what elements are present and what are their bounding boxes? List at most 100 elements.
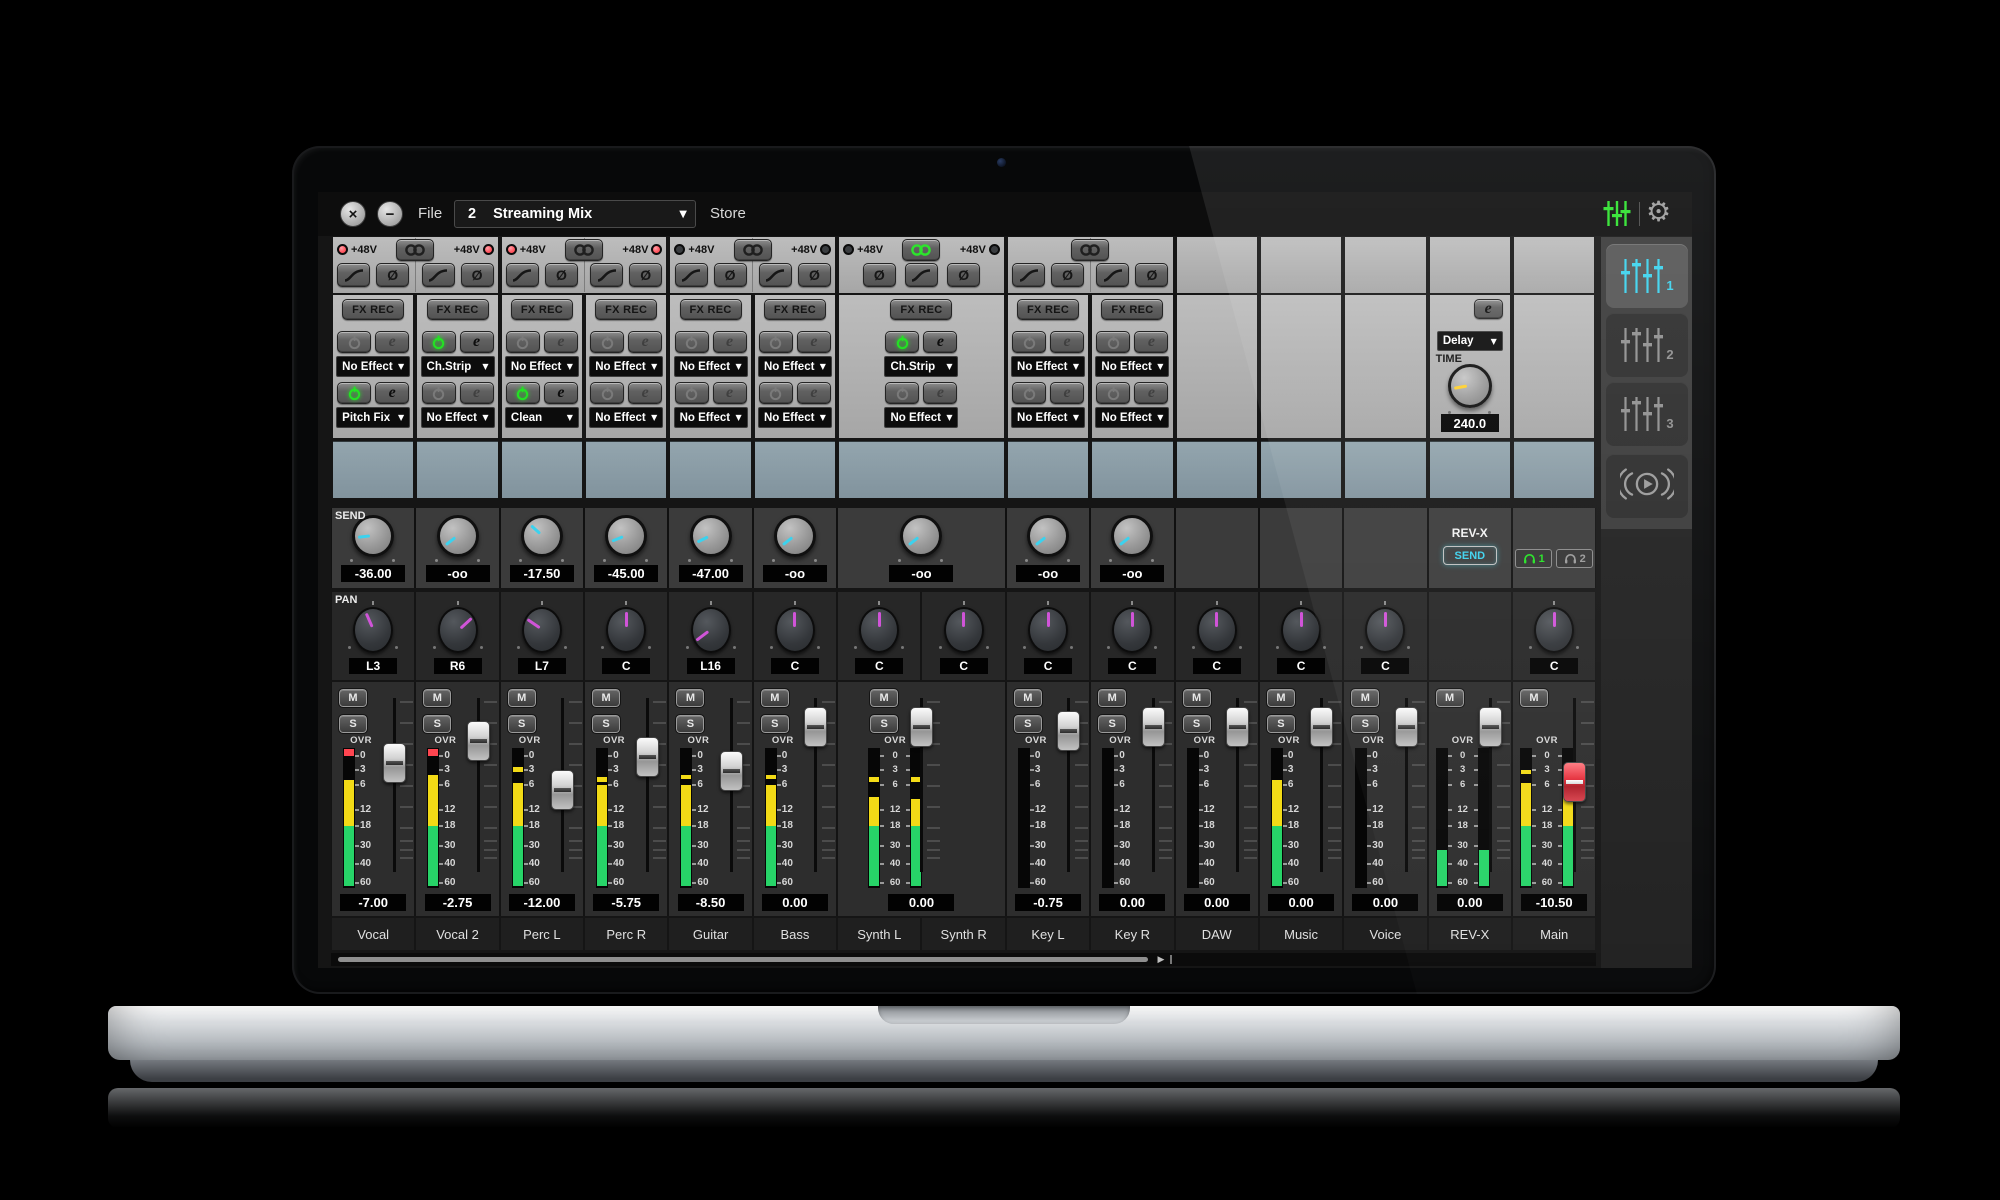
pan-value-vocal[interactable]: L3 — [349, 658, 397, 674]
solo-button-music[interactable]: S — [1267, 715, 1295, 733]
solo-button-vocal[interactable]: S — [339, 715, 367, 733]
solo-button-key-l[interactable]: S — [1014, 715, 1042, 733]
fx1-select-guitar[interactable]: No Effect▼ — [674, 356, 748, 377]
hpf-button-vocal-2[interactable] — [422, 263, 455, 287]
hpf-button-bass[interactable] — [759, 263, 792, 287]
fx-edit-button-rev-x[interactable]: e — [1474, 299, 1503, 319]
fx2-edit-button-bass[interactable]: e — [797, 382, 831, 404]
send-value-vocal[interactable]: -36.00 — [341, 565, 405, 582]
fx-effect-select-rev-x[interactable]: Delay▼ — [1437, 331, 1503, 351]
fx2-edit-button-vocal-2[interactable]: e — [460, 382, 494, 404]
hpf-button-vocal[interactable] — [337, 263, 370, 287]
mute-button-perc-r[interactable]: M — [592, 689, 620, 707]
fx1-power-button-vocal[interactable] — [337, 331, 371, 353]
fx2-power-button-guitar[interactable] — [675, 382, 709, 404]
fx2-edit-button-guitar[interactable]: e — [713, 382, 747, 404]
phantom-led[interactable] — [483, 244, 494, 255]
mute-button-voice[interactable]: M — [1351, 689, 1379, 707]
pan-value-key-r[interactable]: C — [1108, 658, 1156, 674]
fader-cap-key-r[interactable] — [1142, 707, 1165, 747]
solo-button-vocal-2[interactable]: S — [423, 715, 451, 733]
fx1-edit-button-guitar[interactable]: e — [713, 331, 747, 353]
fader-cap-voice[interactable] — [1395, 707, 1418, 747]
fx2-power-button-synth-pair[interactable] — [885, 382, 919, 404]
pan-value-synth-r[interactable]: C — [940, 658, 988, 674]
pan-value-voice[interactable]: C — [1361, 658, 1409, 674]
solo-button-perc-r[interactable]: S — [592, 715, 620, 733]
hpf-button-guitar[interactable] — [675, 263, 708, 287]
fx1-edit-button-synth-pair[interactable]: e — [923, 331, 957, 353]
fx2-power-button-vocal-2[interactable] — [422, 382, 456, 404]
fader-track-perc-r[interactable] — [646, 698, 649, 872]
fader-value-music[interactable]: 0.00 — [1268, 894, 1334, 911]
pan-knob-perc-l[interactable] — [522, 607, 562, 653]
phantom-led[interactable] — [674, 244, 685, 255]
fader-value-key-r[interactable]: 0.00 — [1099, 894, 1165, 911]
fader-cap-bass[interactable] — [804, 707, 827, 747]
fx1-power-button-vocal-2[interactable] — [422, 331, 456, 353]
pan-value-daw[interactable]: C — [1193, 658, 1241, 674]
fx2-select-perc-l[interactable]: Clean▼ — [505, 407, 579, 428]
fx1-select-vocal-2[interactable]: Ch.Strip▼ — [421, 356, 495, 377]
fx1-power-button-perc-l[interactable] — [506, 331, 540, 353]
fader-value-daw[interactable]: 0.00 — [1184, 894, 1250, 911]
fx2-edit-button-vocal[interactable]: e — [375, 382, 409, 404]
fader-cap-daw[interactable] — [1226, 707, 1249, 747]
phase-button-synth-l[interactable]: Ø — [863, 263, 896, 287]
fx2-select-guitar[interactable]: No Effect▼ — [674, 407, 748, 428]
fx2-power-button-vocal[interactable] — [337, 382, 371, 404]
fx1-edit-button-perc-r[interactable]: e — [628, 331, 662, 353]
fader-value-perc-r[interactable]: -5.75 — [593, 894, 659, 911]
fx-rec-button-guitar[interactable]: FX REC — [680, 299, 742, 320]
preset-select[interactable]: 2 Streaming Mix ▼ — [454, 200, 696, 228]
minimize-icon[interactable]: − — [377, 201, 403, 227]
fx-rec-button-vocal[interactable]: FX REC — [342, 299, 404, 320]
pan-value-main[interactable]: C — [1530, 658, 1578, 674]
solo-button-guitar[interactable]: S — [676, 715, 704, 733]
pan-value-perc-r[interactable]: C — [602, 658, 650, 674]
hpf-button-perc-l[interactable] — [506, 263, 539, 287]
fx-rec-button-vocal-2[interactable]: FX REC — [427, 299, 489, 320]
gear-icon[interactable]: ⚙ — [1646, 195, 1671, 228]
fx1-select-perc-r[interactable]: No Effect▼ — [589, 356, 663, 377]
fader-cap-vocal-2[interactable] — [467, 721, 490, 761]
pan-value-music[interactable]: C — [1277, 658, 1325, 674]
pan-knob-voice[interactable] — [1365, 607, 1405, 653]
pan-knob-guitar[interactable] — [691, 607, 731, 653]
fx-rec-button-perc-r[interactable]: FX REC — [595, 299, 657, 320]
phase-button-synth-r[interactable]: Ø — [947, 263, 980, 287]
fader-value-vocal-2[interactable]: -2.75 — [425, 894, 491, 911]
fx2-select-vocal[interactable]: Pitch Fix▼ — [336, 407, 410, 428]
fader-cap-key-l[interactable] — [1057, 711, 1080, 751]
fx2-edit-button-synth-pair[interactable]: e — [923, 382, 957, 404]
phantom-led[interactable] — [337, 244, 348, 255]
fx2-select-synth-pair[interactable]: No Effect▼ — [884, 407, 958, 428]
send-knob-key-l[interactable] — [1027, 515, 1069, 557]
tab-broadcast[interactable] — [1606, 454, 1688, 518]
phase-button-key-r[interactable]: Ø — [1135, 263, 1168, 287]
fx1-edit-button-bass[interactable]: e — [797, 331, 831, 353]
fx-rec-button-key-r[interactable]: FX REC — [1101, 299, 1163, 320]
mute-button-key-r[interactable]: M — [1098, 689, 1126, 707]
fx1-select-key-r[interactable]: No Effect▼ — [1095, 356, 1169, 377]
fx1-select-vocal[interactable]: No Effect▼ — [336, 356, 410, 377]
fader-value-bass[interactable]: 0.00 — [762, 894, 828, 911]
solo-button-perc-l[interactable]: S — [508, 715, 536, 733]
pan-value-synth-l[interactable]: C — [855, 658, 903, 674]
fx2-edit-button-perc-l[interactable]: e — [544, 382, 578, 404]
scroll-right-icon[interactable]: ▶ — [1154, 953, 1168, 966]
mute-button-rev-x[interactable]: M — [1436, 689, 1464, 707]
hpf-button-key-l[interactable] — [1012, 263, 1045, 287]
fader-value-voice[interactable]: 0.00 — [1352, 894, 1418, 911]
tab-mixer-3[interactable]: 3 — [1606, 382, 1688, 446]
fx1-select-synth-pair[interactable]: Ch.Strip▼ — [884, 356, 958, 377]
phase-button-guitar[interactable]: Ø — [714, 263, 747, 287]
fx1-select-perc-l[interactable]: No Effect▼ — [505, 356, 579, 377]
solo-button-key-r[interactable]: S — [1098, 715, 1126, 733]
tab-mixer-1[interactable]: 1 — [1606, 244, 1688, 308]
fx1-edit-button-key-l[interactable]: e — [1050, 331, 1084, 353]
fx1-power-button-perc-r[interactable] — [590, 331, 624, 353]
pan-knob-synth-r[interactable] — [944, 607, 984, 653]
fx2-select-perc-r[interactable]: No Effect▼ — [589, 407, 663, 428]
link-button-synth-l-synth-r[interactable] — [902, 239, 940, 261]
